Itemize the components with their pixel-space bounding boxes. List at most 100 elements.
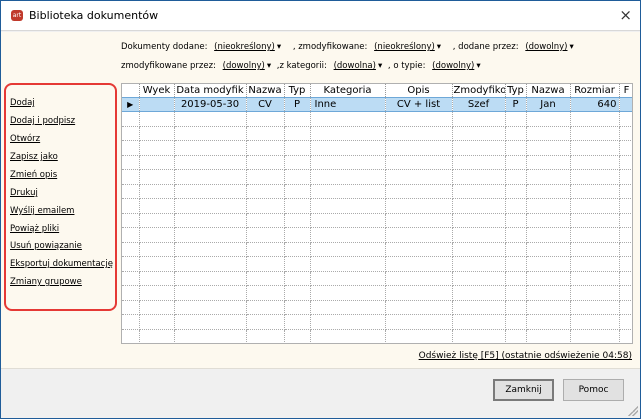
empty-cell bbox=[452, 329, 506, 343]
empty-cell bbox=[139, 285, 175, 301]
col-description[interactable]: Opis bbox=[385, 84, 453, 98]
added-dropdown[interactable]: (nieokreślony) bbox=[214, 42, 281, 52]
empty-cell bbox=[246, 314, 285, 330]
empty-cell bbox=[122, 256, 140, 272]
empty-cell bbox=[284, 184, 311, 199]
empty-row bbox=[122, 169, 632, 185]
col-wyek[interactable]: Wyek bbox=[139, 84, 175, 98]
col-category[interactable]: Kategoria bbox=[310, 84, 386, 98]
empty-row bbox=[122, 111, 632, 127]
empty-cell bbox=[570, 213, 620, 228]
empty-cell bbox=[570, 198, 620, 214]
empty-cell bbox=[246, 126, 285, 141]
empty-cell bbox=[452, 213, 506, 228]
empty-cell bbox=[246, 184, 285, 199]
action-export[interactable]: Eksportuj dokumentację bbox=[10, 259, 113, 269]
empty-row bbox=[122, 242, 632, 257]
resize-grip-icon[interactable] bbox=[628, 406, 638, 416]
empty-cell bbox=[385, 242, 453, 257]
col-name-2[interactable]: Nazwa bbox=[526, 84, 571, 98]
empty-cell bbox=[570, 314, 620, 330]
col-modified-date[interactable]: Data modyfik bbox=[174, 84, 247, 98]
col-name[interactable]: Nazwa bbox=[246, 84, 285, 98]
empty-cell bbox=[310, 126, 386, 141]
empty-cell bbox=[619, 169, 632, 185]
category-dropdown[interactable]: (dowolna) bbox=[334, 61, 383, 71]
cell: Szef bbox=[452, 96, 506, 112]
empty-cell bbox=[526, 169, 571, 185]
cell: CV + list bbox=[385, 96, 453, 112]
empty-cell bbox=[619, 227, 632, 243]
action-email[interactable]: Wyślij emailem bbox=[10, 206, 74, 216]
empty-cell bbox=[284, 285, 311, 301]
action-bulk-changes[interactable]: Zmiany grupowe bbox=[10, 277, 82, 287]
action-print[interactable]: Drukuj bbox=[10, 188, 38, 198]
empty-cell bbox=[505, 271, 527, 286]
empty-cell bbox=[452, 155, 506, 170]
empty-row bbox=[122, 329, 632, 343]
empty-cell bbox=[174, 169, 247, 185]
cell bbox=[139, 96, 175, 112]
empty-cell bbox=[122, 126, 140, 141]
empty-cell bbox=[174, 184, 247, 199]
empty-cell bbox=[174, 300, 247, 315]
empty-cell bbox=[284, 227, 311, 243]
help-button[interactable]: Pomoc bbox=[563, 379, 624, 401]
empty-cell bbox=[619, 285, 632, 301]
empty-cell bbox=[246, 329, 285, 343]
action-edit-description[interactable]: Zmień opis bbox=[10, 170, 57, 180]
type-dropdown[interactable]: (dowolny) bbox=[432, 61, 480, 71]
action-link-files[interactable]: Powiąż pliki bbox=[10, 224, 59, 234]
modified-by-dropdown[interactable]: (dowolny) bbox=[223, 61, 271, 71]
close-icon[interactable]: × bbox=[619, 6, 632, 24]
empty-cell bbox=[385, 169, 453, 185]
empty-cell bbox=[452, 300, 506, 315]
empty-cell bbox=[505, 184, 527, 199]
empty-cell bbox=[122, 184, 140, 199]
empty-cell bbox=[619, 126, 632, 141]
col-modified-by[interactable]: Zmodyfiko bbox=[452, 84, 506, 98]
empty-cell bbox=[310, 169, 386, 185]
empty-cell bbox=[526, 314, 571, 330]
empty-cell bbox=[284, 126, 311, 141]
col-type[interactable]: Typ bbox=[284, 84, 311, 98]
empty-cell bbox=[452, 242, 506, 257]
modified-dropdown[interactable]: (nieokreślony) bbox=[374, 42, 441, 52]
empty-cell bbox=[284, 271, 311, 286]
empty-cell bbox=[570, 285, 620, 301]
action-unlink[interactable]: Usuń powiązanie bbox=[10, 241, 82, 251]
added-by-dropdown[interactable]: (dowolny) bbox=[525, 42, 573, 52]
type-label: , o typie: bbox=[387, 61, 426, 71]
empty-cell bbox=[284, 155, 311, 170]
table-row[interactable]: ▶ 2019-05-30 CV P Inne CV + list Szef P … bbox=[122, 96, 632, 112]
empty-cell bbox=[570, 256, 620, 272]
empty-cell bbox=[246, 256, 285, 272]
empty-cell bbox=[619, 184, 632, 199]
col-size[interactable]: Rozmiar bbox=[570, 84, 620, 98]
empty-row bbox=[122, 184, 632, 199]
empty-cell bbox=[505, 256, 527, 272]
col-f[interactable]: F bbox=[619, 84, 632, 98]
col-type-2[interactable]: Typ bbox=[505, 84, 527, 98]
close-button[interactable]: Zamknij bbox=[493, 379, 554, 401]
action-save-as[interactable]: Zapisz jako bbox=[10, 152, 58, 162]
empty-cell bbox=[570, 300, 620, 315]
empty-cell bbox=[174, 271, 247, 286]
documents-grid[interactable]: Wyek Data modyfik Nazwa Typ Kategoria Op… bbox=[121, 83, 633, 344]
empty-cell bbox=[139, 126, 175, 141]
empty-row bbox=[122, 227, 632, 243]
empty-cell bbox=[174, 198, 247, 214]
empty-cell bbox=[526, 300, 571, 315]
empty-row bbox=[122, 285, 632, 301]
action-open[interactable]: Otwórz bbox=[10, 134, 40, 144]
action-add-sign[interactable]: Dodaj i podpisz bbox=[10, 116, 75, 126]
empty-cell bbox=[619, 300, 632, 315]
empty-cell bbox=[246, 169, 285, 185]
empty-cell bbox=[385, 300, 453, 315]
empty-cell bbox=[385, 213, 453, 228]
document-library-window: art Biblioteka dokumentów × Dokumenty do… bbox=[0, 0, 641, 419]
refresh-link[interactable]: Odśwież listę [F5] (ostatnie odświeżenie… bbox=[419, 351, 632, 361]
cell bbox=[619, 96, 632, 112]
action-add[interactable]: Dodaj bbox=[10, 98, 35, 108]
empty-cell bbox=[174, 256, 247, 272]
